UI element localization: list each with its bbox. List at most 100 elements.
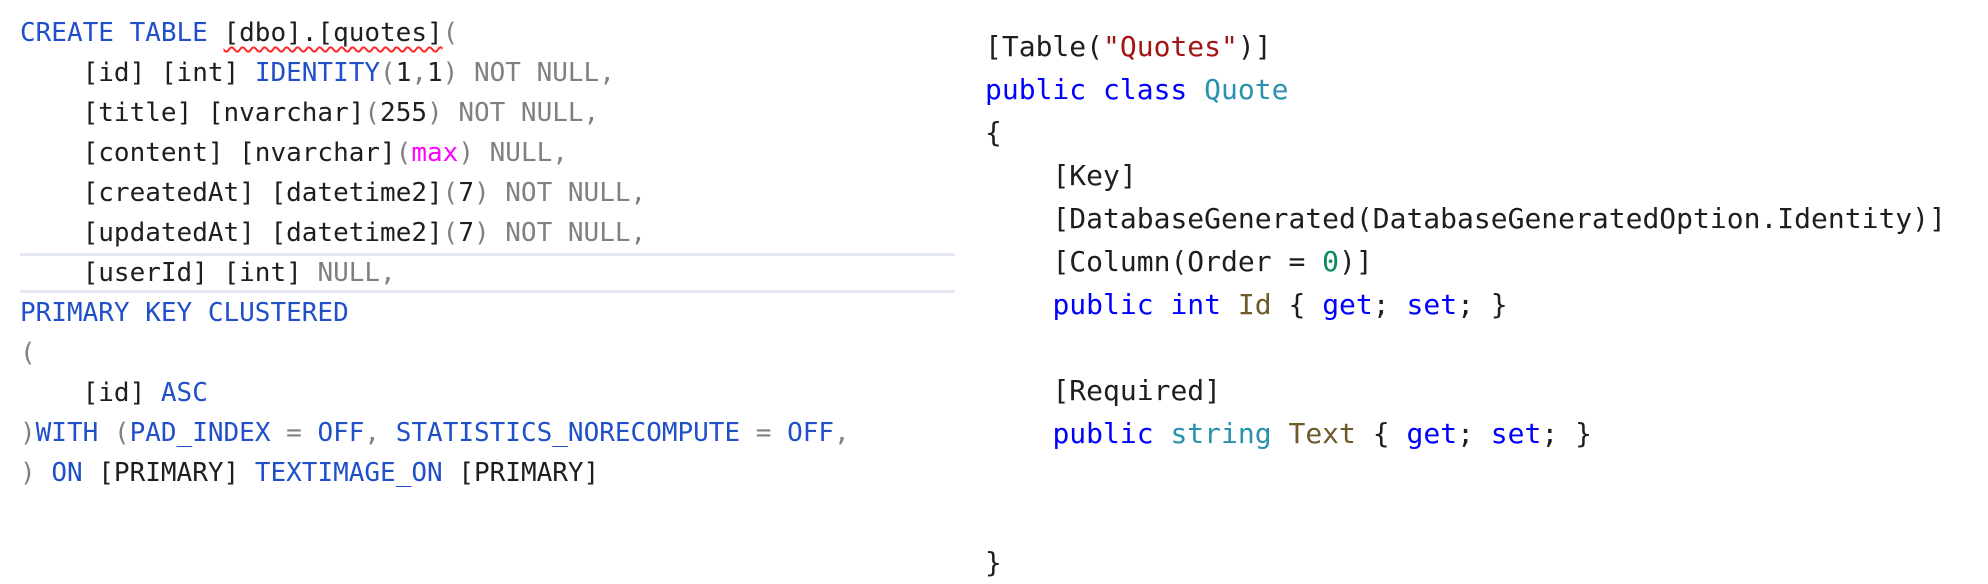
code-token: TEXTIMAGE_ON [254, 458, 459, 488]
csharp-code-line [985, 498, 1985, 541]
code-token: = [286, 418, 318, 448]
code-token: ) NOT NULL, [473, 178, 647, 208]
sql-code-line: [updatedAt] [datetime2](7) NOT NULL, [20, 213, 955, 253]
sql-code-line: [title] [nvarchar](255) NOT NULL, [20, 93, 955, 133]
code-token: ( [395, 138, 412, 168]
code-token: Id [1237, 288, 1272, 321]
csharp-code-line: } [985, 541, 1985, 584]
code-token: )] [1237, 30, 1272, 63]
code-token: ) [20, 458, 52, 488]
code-token: public class [985, 73, 1205, 106]
code-token: IDENTITY [254, 58, 381, 88]
code-token: ) NOT NULL, [427, 98, 600, 128]
csharp-code-line: [Column(Order = 0)] [985, 240, 1985, 283]
code-token: , [834, 418, 850, 448]
code-token: } [985, 546, 1002, 579]
sql-code-line: ( [20, 333, 955, 373]
code-token: public [1052, 288, 1171, 321]
code-token: STATISTICS_NORECOMPUTE [395, 418, 756, 448]
csharp-code-editor[interactable]: [Table("Quotes")] public class Quote{ [Ke… [985, 25, 1985, 584]
code-token: ( [20, 338, 36, 368]
csharp-code-line [985, 326, 1985, 369]
code-token: set [1490, 417, 1542, 450]
code-token: ON [51, 458, 99, 488]
code-token: [createdAt] [datetime2] [82, 178, 443, 208]
code-token: [title] [nvarchar] [82, 98, 365, 128]
code-token: OFF [317, 418, 365, 448]
sql-code-line: [content] [nvarchar](max) NULL, [20, 133, 955, 173]
code-token: 7 [458, 178, 474, 208]
code-token: Text [1288, 417, 1356, 450]
code-token: NULL, [317, 258, 396, 288]
code-token: [DatabaseGenerated(DatabaseGeneratedOpti… [1052, 202, 1946, 235]
csharp-code-line [985, 455, 1985, 498]
code-token: ) NOT NULL, [473, 218, 647, 248]
csharp-code-line: public int Id { get; set; } [985, 283, 1985, 326]
sql-code-line: [userId] [int] NULL, [20, 253, 955, 293]
code-token: ) [20, 418, 36, 448]
code-token: string [1170, 417, 1289, 450]
code-token: [userId] [int] [82, 258, 318, 288]
sql-code-editor[interactable]: CREATE TABLE [dbo].[quotes]( [id] [int] … [20, 13, 955, 493]
code-token: ( [113, 418, 130, 448]
code-token: ( [442, 18, 459, 48]
code-token: ; } [1541, 417, 1592, 450]
code-token: [Table( [985, 30, 1104, 63]
code-token: [Column(Order = [1052, 245, 1323, 278]
code-token: get [1406, 417, 1458, 450]
csharp-code-line: { [985, 111, 1985, 154]
code-token: [content] [nvarchar] [82, 138, 396, 168]
code-token: OFF [787, 418, 835, 448]
code-token: [PRIMARY] [458, 458, 600, 488]
sql-code-line: )WITH (PAD_INDEX = OFF, STATISTICS_NOREC… [20, 413, 955, 453]
code-token: PRIMARY KEY CLUSTERED [20, 298, 349, 328]
code-token: get [1322, 288, 1373, 321]
code-token: [Key] [1052, 159, 1137, 192]
code-token: "Quotes" [1103, 30, 1238, 63]
code-token: [PRIMARY] [98, 458, 255, 488]
code-token: ( [364, 98, 381, 128]
code-token: { [1355, 417, 1407, 450]
code-token: 0 [1322, 245, 1340, 278]
code-token: PAD_INDEX [129, 418, 287, 448]
csharp-code-line: [Key] [985, 154, 1985, 197]
csharp-code-line: public class Quote [985, 68, 1985, 111]
code-token: int [1170, 288, 1238, 321]
csharp-code-line: [Required] [985, 369, 1985, 412]
code-token: ( [380, 58, 396, 88]
code-token: [dbo].[quotes] [223, 18, 443, 48]
csharp-code-line: [Table("Quotes")] [985, 25, 1985, 68]
code-token: [id] [82, 378, 161, 408]
code-token: 255 [380, 98, 428, 128]
code-token: [id] [int] [82, 58, 255, 88]
csharp-code-line: [DatabaseGenerated(DatabaseGeneratedOpti… [985, 197, 1985, 240]
code-token: ( [442, 178, 459, 208]
code-token: 1 [395, 58, 412, 88]
code-token: [Required] [1052, 374, 1222, 407]
code-token: ( [442, 218, 459, 248]
code-token: ) NULL, [458, 138, 568, 168]
code-token: WITH [35, 418, 114, 448]
sql-code-line: [createdAt] [datetime2](7) NOT NULL, [20, 173, 955, 213]
code-token: ASC [160, 378, 208, 408]
code-token: public [1052, 417, 1171, 450]
sql-code-line: ) ON [PRIMARY] TEXTIMAGE_ON [PRIMARY] [20, 453, 955, 493]
code-token: 1 [427, 58, 443, 88]
code-token: ) NOT NULL, [442, 58, 615, 88]
code-token: ; } [1457, 288, 1508, 321]
code-token: ; [1372, 288, 1407, 321]
sql-code-line: CREATE TABLE [dbo].[quotes]( [20, 13, 955, 53]
sql-code-line: [id] [int] IDENTITY(1,1) NOT NULL, [20, 53, 955, 93]
